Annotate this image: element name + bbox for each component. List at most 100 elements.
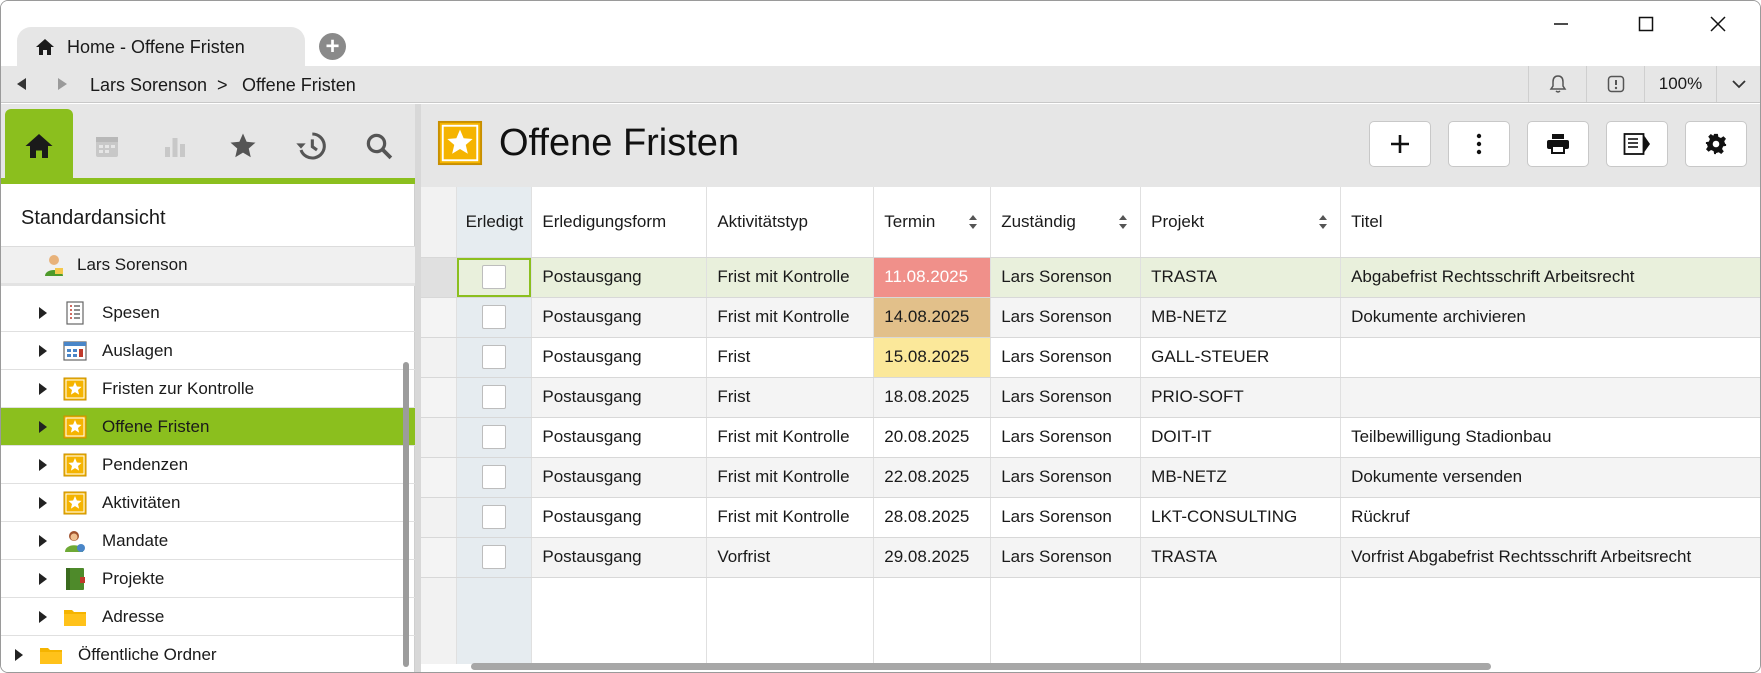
table-row[interactable]: Postausgang Frist mit Kontrolle 14.08.20… (421, 297, 1760, 338)
column-header-erledigt[interactable]: Erledigt (456, 187, 533, 258)
row-header[interactable] (421, 257, 458, 298)
erledigt-checkbox-cell[interactable] (456, 257, 533, 298)
done-checkbox[interactable] (482, 425, 507, 449)
tab-home[interactable]: Home - Offene Fristen (17, 27, 305, 67)
table-row[interactable]: Postausgang Frist 18.08.2025 Lars Sorens… (421, 377, 1760, 418)
expand-arrow-icon[interactable] (15, 649, 23, 661)
expand-arrow-icon[interactable] (39, 421, 47, 433)
view-label[interactable]: Standardansicht (21, 207, 166, 230)
erledigt-checkbox-cell[interactable] (456, 417, 533, 458)
zoom-level[interactable]: 100% (1644, 66, 1716, 102)
sidebar-item-label: Offene Fristen (102, 417, 210, 436)
back-icon[interactable] (13, 75, 31, 93)
expand-arrow-icon[interactable] (39, 497, 47, 509)
row-header[interactable] (421, 537, 458, 578)
info-button[interactable] (1586, 66, 1644, 102)
more-button[interactable] (1448, 121, 1510, 167)
table-row[interactable]: Postausgang Frist 15.08.2025 Lars Sorens… (421, 337, 1760, 378)
erledigt-checkbox-cell[interactable] (456, 497, 533, 538)
expand-arrow-icon[interactable] (39, 345, 47, 357)
expand-arrow-icon[interactable] (39, 459, 47, 471)
cell-titel: Dokumente versenden (1340, 457, 1760, 498)
cell-termin: 22.08.2025 (873, 457, 992, 498)
sidebar-scrollbar[interactable] (403, 362, 409, 667)
sidebar-item-projekte[interactable]: Projekte (1, 560, 415, 598)
sidebar-item-aktivitaeten[interactable]: Aktivitäten (1, 484, 415, 522)
table-row[interactable]: Postausgang Frist mit Kontrolle 20.08.20… (421, 417, 1760, 458)
sidebar-tab-calendar[interactable] (73, 109, 141, 183)
minimize-button[interactable] (1536, 9, 1586, 39)
minimize-icon (1554, 23, 1568, 25)
sidebar-item-adresse[interactable]: Adresse (1, 598, 415, 636)
settings-button[interactable] (1685, 121, 1747, 167)
breadcrumb-user[interactable]: Lars Sorenson (90, 75, 207, 96)
sort-icon[interactable] (968, 214, 978, 230)
sidebar-tab-favorites[interactable] (209, 109, 277, 183)
sidebar-item-pendenzen[interactable]: Pendenzen (1, 446, 415, 484)
column-header-projekt[interactable]: Projekt (1140, 187, 1342, 258)
done-checkbox[interactable] (482, 465, 507, 489)
print-button[interactable] (1527, 121, 1589, 167)
table-row[interactable]: Postausgang Frist mit Kontrolle 28.08.20… (421, 497, 1760, 538)
done-checkbox[interactable] (482, 265, 507, 289)
row-header[interactable] (421, 457, 458, 498)
breadcrumb-current[interactable]: Offene Fristen (242, 75, 356, 96)
table-row[interactable]: Postausgang Frist mit Kontrolle 22.08.20… (421, 457, 1760, 498)
row-header[interactable] (421, 337, 458, 378)
done-checkbox[interactable] (482, 385, 507, 409)
panel-button[interactable] (1606, 121, 1668, 167)
done-checkbox[interactable] (482, 305, 507, 329)
sidebar-tab-history[interactable] (277, 109, 345, 183)
sort-icon[interactable] (1318, 214, 1328, 230)
erledigt-checkbox-cell[interactable] (456, 297, 533, 338)
sidebar-tab-chart[interactable] (141, 109, 209, 183)
sidebar-tab-search[interactable] (345, 109, 413, 183)
sidebar-item-spesen[interactable]: Spesen (1, 294, 415, 332)
row-header[interactable] (421, 497, 458, 538)
sidebar-item-oeffentliche-ordner[interactable]: Öffentliche Ordner (1, 636, 415, 672)
empty-cell (1140, 577, 1342, 664)
column-header-termin[interactable]: Termin (873, 187, 992, 258)
row-header[interactable] (421, 377, 458, 418)
zoom-dropdown[interactable] (1716, 66, 1760, 102)
sort-icon[interactable] (1118, 214, 1128, 230)
expand-arrow-icon[interactable] (39, 535, 47, 547)
maximize-button[interactable] (1621, 9, 1671, 39)
done-checkbox[interactable] (482, 345, 507, 369)
table-row[interactable]: Postausgang Vorfrist 29.08.2025 Lars Sor… (421, 537, 1760, 578)
expand-arrow-icon[interactable] (39, 383, 47, 395)
column-header-aktivitaetstyp[interactable]: Aktivitätstyp (706, 187, 875, 258)
row-header[interactable] (421, 417, 458, 458)
alert-icon (1607, 75, 1624, 93)
cell-titel (1340, 377, 1760, 418)
expand-arrow-icon[interactable] (39, 611, 47, 623)
sidebar-item-auslagen[interactable]: Auslagen (1, 332, 415, 370)
sidebar-tab-home[interactable] (5, 109, 73, 183)
table-row[interactable]: Postausgang Frist mit Kontrolle 11.08.20… (421, 257, 1760, 298)
row-header[interactable] (421, 297, 458, 338)
sidebar-icon-bar (1, 104, 415, 184)
sidebar-item-offene-fristen[interactable]: Offene Fristen (1, 408, 415, 446)
done-checkbox[interactable] (482, 505, 507, 529)
close-button[interactable] (1693, 9, 1743, 39)
sidebar-item-mandate[interactable]: Mandate (1, 522, 415, 560)
erledigt-checkbox-cell[interactable] (456, 537, 533, 578)
erledigt-checkbox-cell[interactable] (456, 337, 533, 378)
expand-arrow-icon[interactable] (39, 573, 47, 585)
erledigt-checkbox-cell[interactable] (456, 377, 533, 418)
erledigt-checkbox-cell[interactable] (456, 457, 533, 498)
column-header-titel[interactable]: Titel (1340, 187, 1760, 258)
column-header-erledigungsform[interactable]: Erledigungsform (531, 187, 708, 258)
sidebar-item-fristen-zur-kontrolle[interactable]: Fristen zur Kontrolle (1, 370, 415, 408)
close-icon (1710, 16, 1726, 32)
cell-aktivitaetstyp: Frist mit Kontrolle (706, 297, 875, 338)
sidebar-user[interactable]: Lars Sorenson (1, 246, 415, 286)
done-checkbox[interactable] (482, 545, 507, 569)
horizontal-scrollbar[interactable] (471, 663, 1491, 670)
add-button[interactable] (1369, 121, 1431, 167)
column-header-zustaendig[interactable]: Zuständig (990, 187, 1142, 258)
notifications-button[interactable] (1528, 66, 1586, 102)
forward-icon[interactable] (53, 75, 71, 93)
plus-circle-icon[interactable]: + (319, 33, 346, 60)
expand-arrow-icon[interactable] (39, 307, 47, 319)
